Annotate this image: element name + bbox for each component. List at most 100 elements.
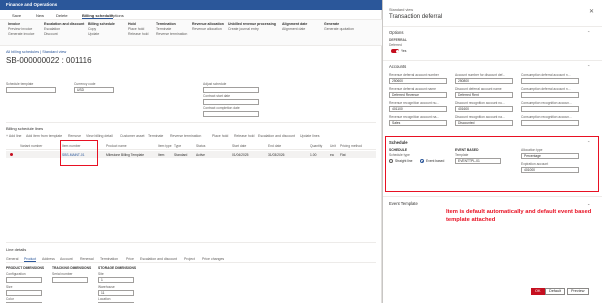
accounts-section-title[interactable]: Accounts — [389, 64, 406, 69]
escalation-button[interactable]: Escalation — [44, 27, 84, 31]
line-details-title[interactable]: Line details — [6, 247, 26, 252]
save-button[interactable]: Save — [12, 13, 21, 18]
field-input[interactable]: 401600 — [455, 106, 513, 112]
straight-line-radio[interactable] — [389, 159, 393, 163]
cell-start-date[interactable]: 01/04/2025 — [232, 153, 249, 157]
generate-quotation-button[interactable]: Generate quotation — [324, 27, 354, 31]
allocation-type-select[interactable]: Percentage — [521, 153, 579, 159]
field-input[interactable]: Sales — [389, 120, 447, 126]
cell-pricing-method[interactable]: Flat — [340, 153, 346, 157]
default-button[interactable]: Default — [545, 288, 566, 295]
tab-general[interactable]: General — [6, 257, 18, 261]
tab-account[interactable]: Account — [60, 257, 73, 261]
contract-completion-date-input[interactable] — [203, 111, 259, 117]
view-selector[interactable]: Standard view — [389, 8, 413, 12]
remove-button[interactable]: Remove — [68, 134, 81, 138]
add-item-from-template-button[interactable]: Add item from template — [26, 134, 62, 138]
column-header[interactable]: Type — [174, 144, 181, 148]
add-line-button[interactable]: + Add line — [6, 134, 21, 138]
field-input[interactable] — [521, 120, 579, 126]
field-input[interactable]: 250600 — [389, 78, 447, 84]
breadcrumb[interactable]: All billing schedules | Standard view — [6, 50, 66, 54]
generate-invoice-button[interactable]: Generate invoice — [8, 32, 34, 36]
column-header[interactable]: Item type — [158, 144, 172, 148]
escalation-discount-line-button[interactable]: Escalation and discount — [258, 134, 295, 138]
update-lines-button[interactable]: Update lines — [300, 134, 319, 138]
adjust-schedule-input[interactable] — [203, 87, 259, 93]
column-header[interactable]: Unit — [330, 144, 336, 148]
warehouse-input[interactable]: 11 — [98, 290, 134, 296]
preview-button[interactable]: Preview — [567, 288, 589, 295]
field-input[interactable] — [521, 92, 579, 98]
expiration-account-input[interactable]: 401000 — [521, 167, 579, 173]
field-input[interactable]: 401100 — [389, 106, 447, 112]
cell-quantity[interactable]: 1.00 — [310, 153, 316, 157]
tab-renewal[interactable]: Renewal — [80, 257, 94, 261]
tab-billing-schedule[interactable]: Billing schedule — [82, 13, 113, 19]
update-button[interactable]: Update — [88, 32, 115, 36]
contract-start-date-input[interactable] — [203, 99, 259, 105]
tab-product[interactable]: Product — [24, 257, 37, 262]
delete-button[interactable]: Delete — [56, 13, 68, 18]
close-icon[interactable]: ✕ — [589, 8, 594, 15]
cell-product-name[interactable]: Milestone Billing Template — [106, 153, 144, 157]
release-hold-button[interactable]: Release hold — [128, 32, 148, 36]
field-input[interactable]: Deferred Rent — [455, 92, 513, 98]
serial-number-input[interactable] — [52, 277, 88, 283]
cell-item-type[interactable]: Item — [158, 153, 164, 157]
field-input[interactable]: Deferred Revenue — [389, 92, 447, 98]
size-input[interactable] — [6, 290, 42, 296]
currency-code-input[interactable]: USD — [74, 87, 114, 93]
tab-escalation-and-discount[interactable]: Escalation and discount — [140, 257, 177, 261]
column-header[interactable]: Status — [196, 144, 205, 148]
copy-button[interactable]: Copy — [88, 27, 115, 31]
deferred-toggle[interactable] — [391, 49, 399, 53]
column-header[interactable]: Start date — [232, 144, 246, 148]
tab-address[interactable]: Address — [42, 257, 55, 261]
event-template-section-title[interactable]: Event Template — [389, 201, 418, 206]
place-hold-button[interactable]: Place hold — [128, 27, 148, 31]
customer-asset-button[interactable]: Customer asset — [120, 134, 145, 138]
column-header[interactable]: Product name — [106, 144, 127, 148]
place-hold-line-button[interactable]: Place hold — [212, 134, 228, 138]
event-based-radio[interactable] — [420, 159, 424, 163]
site-input[interactable]: 1 — [98, 277, 134, 283]
cell-end-date[interactable]: 31/03/2026 — [268, 153, 285, 157]
terminate-line-button[interactable]: Terminate — [148, 134, 163, 138]
terminate-button[interactable]: Terminate — [156, 27, 187, 31]
tab-options[interactable]: Options — [110, 13, 124, 18]
configuration-input[interactable] — [6, 277, 42, 283]
column-header[interactable]: Pricing method — [340, 144, 362, 148]
lines-section-title[interactable]: Billing schedule lines — [6, 126, 43, 131]
cell-unit[interactable]: ea — [330, 153, 334, 157]
field-input[interactable]: Discounted — [455, 120, 513, 126]
column-header[interactable]: Quantity — [310, 144, 322, 148]
template-input[interactable]: EVENTTPL-01 — [455, 158, 501, 164]
preview-invoice-button[interactable]: Preview invoice — [8, 27, 34, 31]
tab-project[interactable]: Project — [184, 257, 195, 261]
tab-price-changes[interactable]: Price changes — [202, 257, 224, 261]
field-input[interactable]: 250800 — [455, 78, 513, 84]
release-hold-line-button[interactable]: Release hold — [234, 134, 254, 138]
chevron-up-icon[interactable]: ⌃ — [587, 64, 590, 69]
cell-type[interactable]: Standard — [174, 153, 187, 157]
chevron-up-icon[interactable]: ⌃ — [587, 140, 590, 145]
reverse-termination-line-button[interactable]: Reverse termination — [170, 134, 201, 138]
field-input[interactable] — [521, 106, 579, 112]
revenue-allocation-button[interactable]: Revenue allocation — [192, 27, 224, 31]
tab-price[interactable]: Price — [126, 257, 134, 261]
column-header[interactable]: Variant number — [20, 144, 42, 148]
create-journal-entry-button[interactable]: Create journal entry — [228, 27, 276, 31]
field-input[interactable] — [521, 78, 579, 84]
tab-termination[interactable]: Termination — [100, 257, 118, 261]
options-section-title[interactable]: Options — [389, 30, 403, 35]
chevron-up-icon[interactable]: ⌃ — [587, 30, 590, 35]
column-header[interactable]: End date — [268, 144, 281, 148]
chevron-down-icon[interactable]: ⌄ — [587, 201, 590, 206]
schedule-template-input[interactable] — [6, 87, 56, 93]
view-billing-detail-button[interactable]: View billing detail — [86, 134, 113, 138]
reverse-termination-button[interactable]: Reverse termination — [156, 32, 187, 36]
discount-button[interactable]: Discount — [44, 32, 84, 36]
alignment-date-button[interactable]: Alignment date — [282, 27, 307, 31]
new-button[interactable]: New — [36, 13, 44, 18]
